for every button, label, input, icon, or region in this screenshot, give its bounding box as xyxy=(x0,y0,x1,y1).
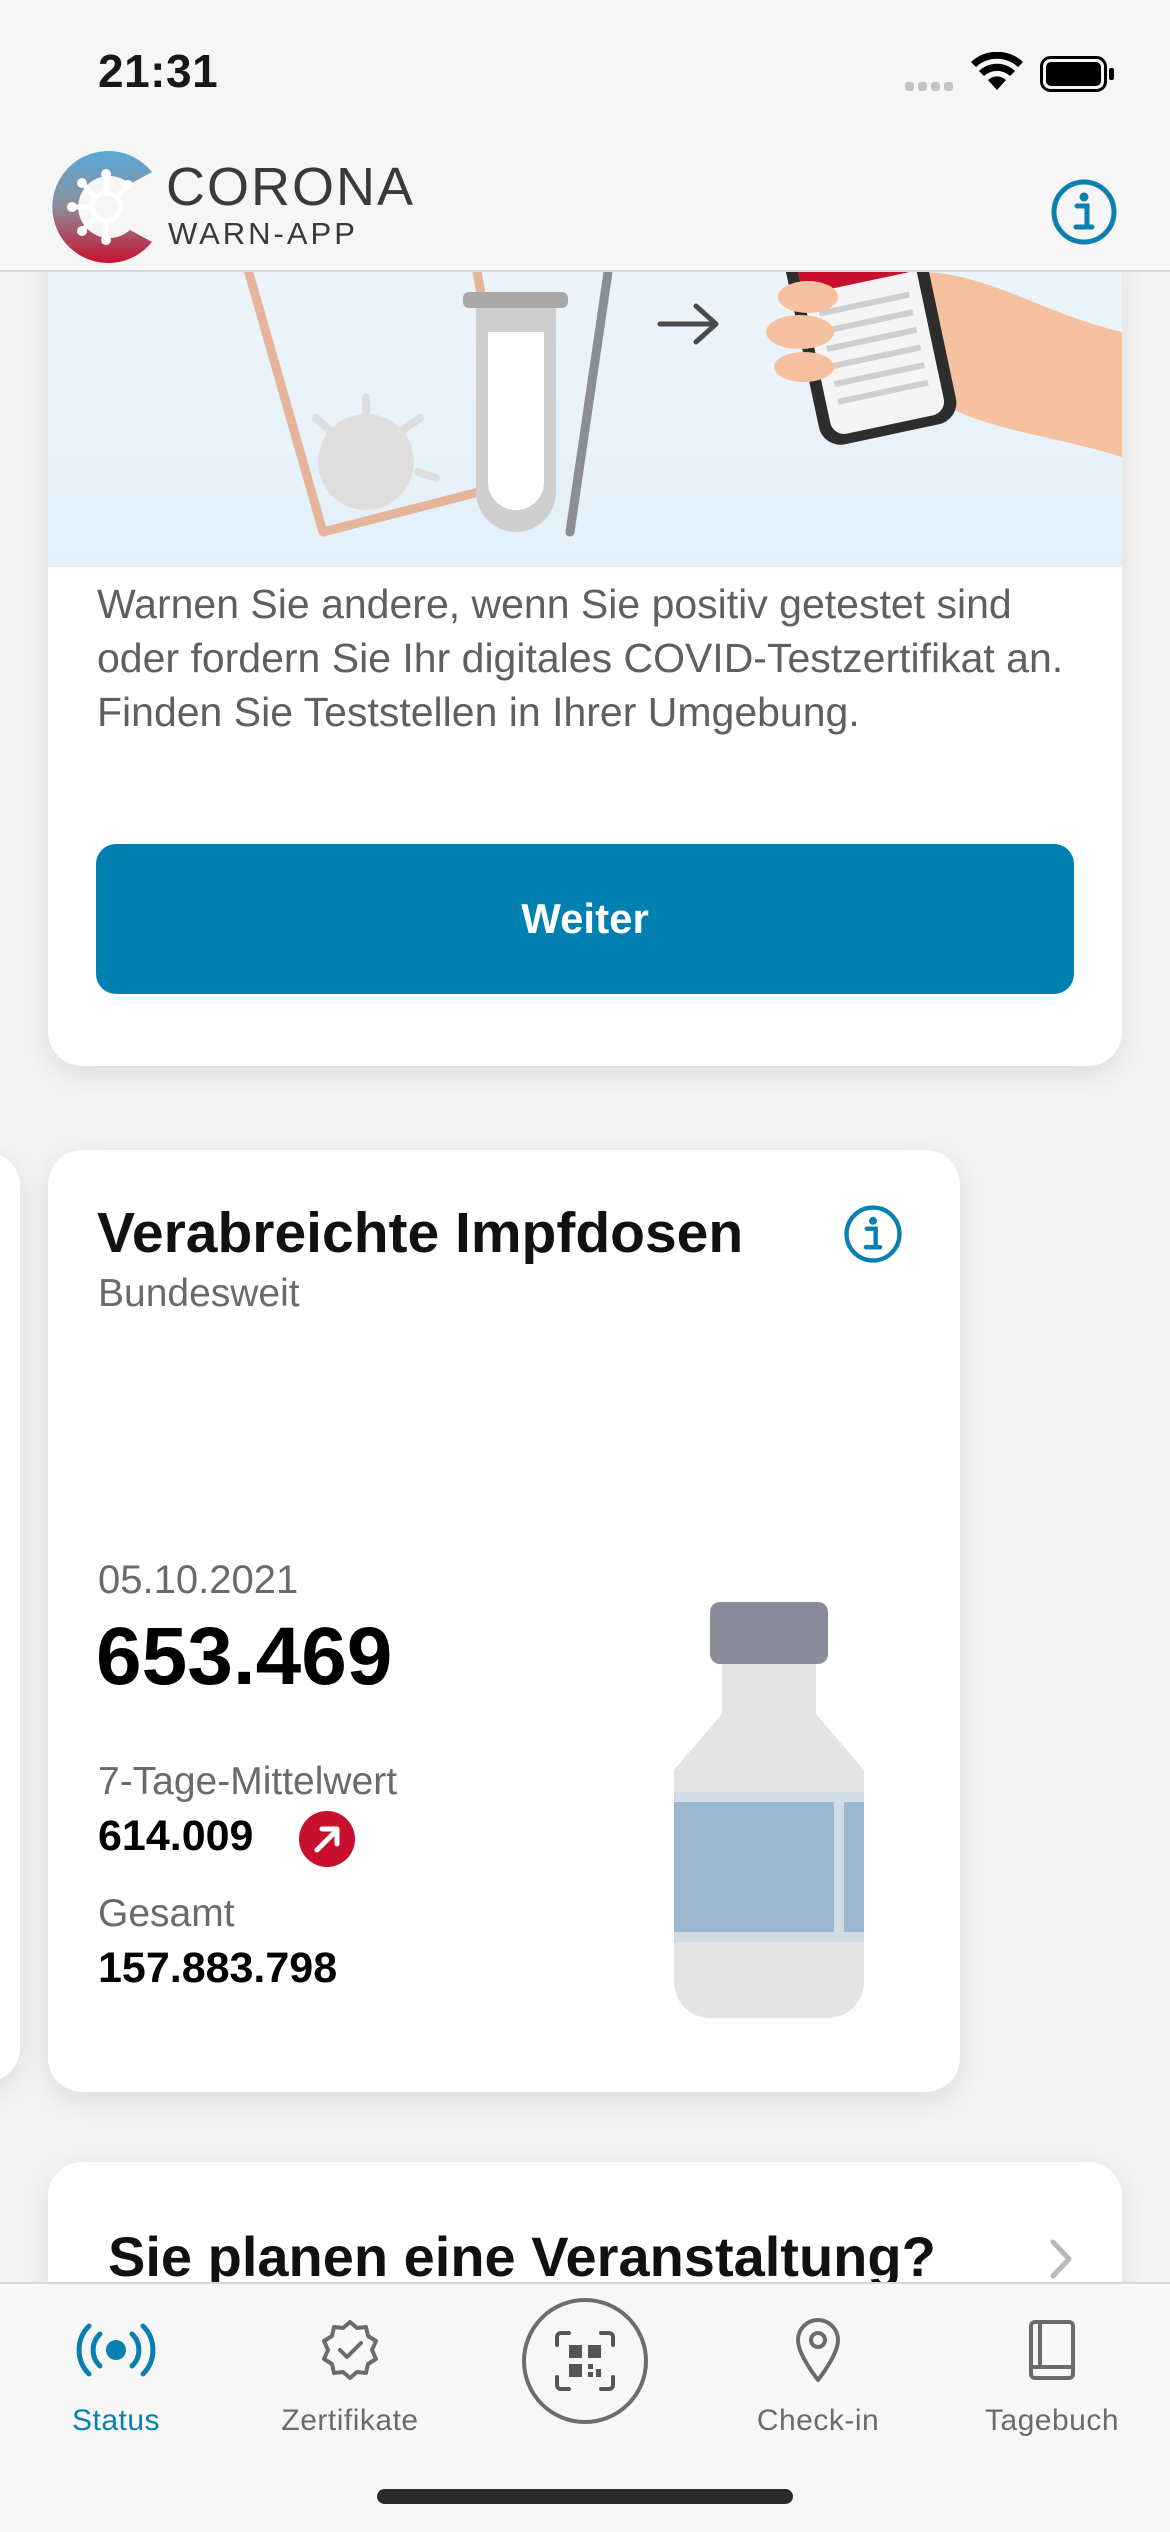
qr-scan-button[interactable] xyxy=(522,2298,648,2424)
qr-scan-icon xyxy=(555,2331,615,2391)
seven-day-average-label: 7-Tage-Mittelwert xyxy=(98,1760,398,1803)
corona-warn-app-logo xyxy=(52,151,152,263)
brand-subtitle: WARN-APP xyxy=(168,216,358,251)
test-card-description: Warnen Sie andere, wenn Sie positiv gete… xyxy=(97,581,1064,735)
vaccination-card-title: Verabreichte Impfdosen xyxy=(97,1201,744,1265)
app-header: CORONA WARN-APP xyxy=(0,140,1170,272)
test-registration-card: Warnen Sie andere, wenn Sie positiv gete… xyxy=(48,272,1122,1066)
event-planning-card[interactable]: Sie planen eine Veranstaltung? xyxy=(48,2162,1122,2282)
tab-certificates[interactable]: Zertifikate xyxy=(250,2284,450,2464)
info-icon[interactable] xyxy=(843,1204,903,1264)
vaccine-bottle-icon xyxy=(674,1602,864,2018)
trend-up-icon xyxy=(299,1811,355,1867)
total-label: Gesamt xyxy=(98,1892,235,1935)
total-value: 157.883.798 xyxy=(98,1944,338,1992)
previous-statistics-card[interactable] xyxy=(0,1152,20,2082)
event-card-title: Sie planen eine Veranstaltung? xyxy=(108,2225,936,2282)
status-content[interactable]: Warnen Sie andere, wenn Sie positiv gete… xyxy=(0,272,1170,2282)
vaccination-doses-card[interactable]: Verabreichte Impfdosen Bundesweit 05.10.… xyxy=(48,1150,960,2092)
tab-label: Zertifikate xyxy=(281,2404,419,2437)
status-time: 21:31 xyxy=(98,45,219,97)
tab-status[interactable]: Status xyxy=(16,2284,216,2464)
status-bar: 21:31 xyxy=(0,0,1170,140)
tab-label: Tagebuch xyxy=(984,2404,1120,2437)
battery-icon xyxy=(1040,56,1114,92)
location-pin-icon xyxy=(796,2318,840,2382)
continue-button[interactable]: Weiter xyxy=(96,844,1074,994)
cellular-signal-icon xyxy=(905,82,953,91)
wifi-icon xyxy=(971,52,1023,90)
vaccination-card-subtitle: Bundesweit xyxy=(98,1272,300,1315)
book-icon xyxy=(1029,2320,1075,2380)
tab-label: Check-in xyxy=(756,2404,880,2437)
tab-diary[interactable]: Tagebuch xyxy=(952,2284,1152,2464)
seven-day-average-value: 614.009 xyxy=(98,1812,254,1860)
tab-label: Status xyxy=(71,2404,161,2437)
test-illustration xyxy=(48,272,1122,567)
tab-check-in[interactable]: Check-in xyxy=(718,2284,918,2464)
certificate-icon xyxy=(322,2320,378,2380)
broadcast-icon xyxy=(76,2323,156,2377)
vaccination-date: 05.10.2021 xyxy=(98,1558,299,1602)
chevron-right-icon xyxy=(1050,2239,1072,2279)
info-icon[interactable] xyxy=(1050,178,1118,246)
brand-title: CORONA xyxy=(166,157,416,217)
home-indicator[interactable] xyxy=(377,2489,793,2504)
vaccination-daily-value: 653.469 xyxy=(96,1611,393,1702)
